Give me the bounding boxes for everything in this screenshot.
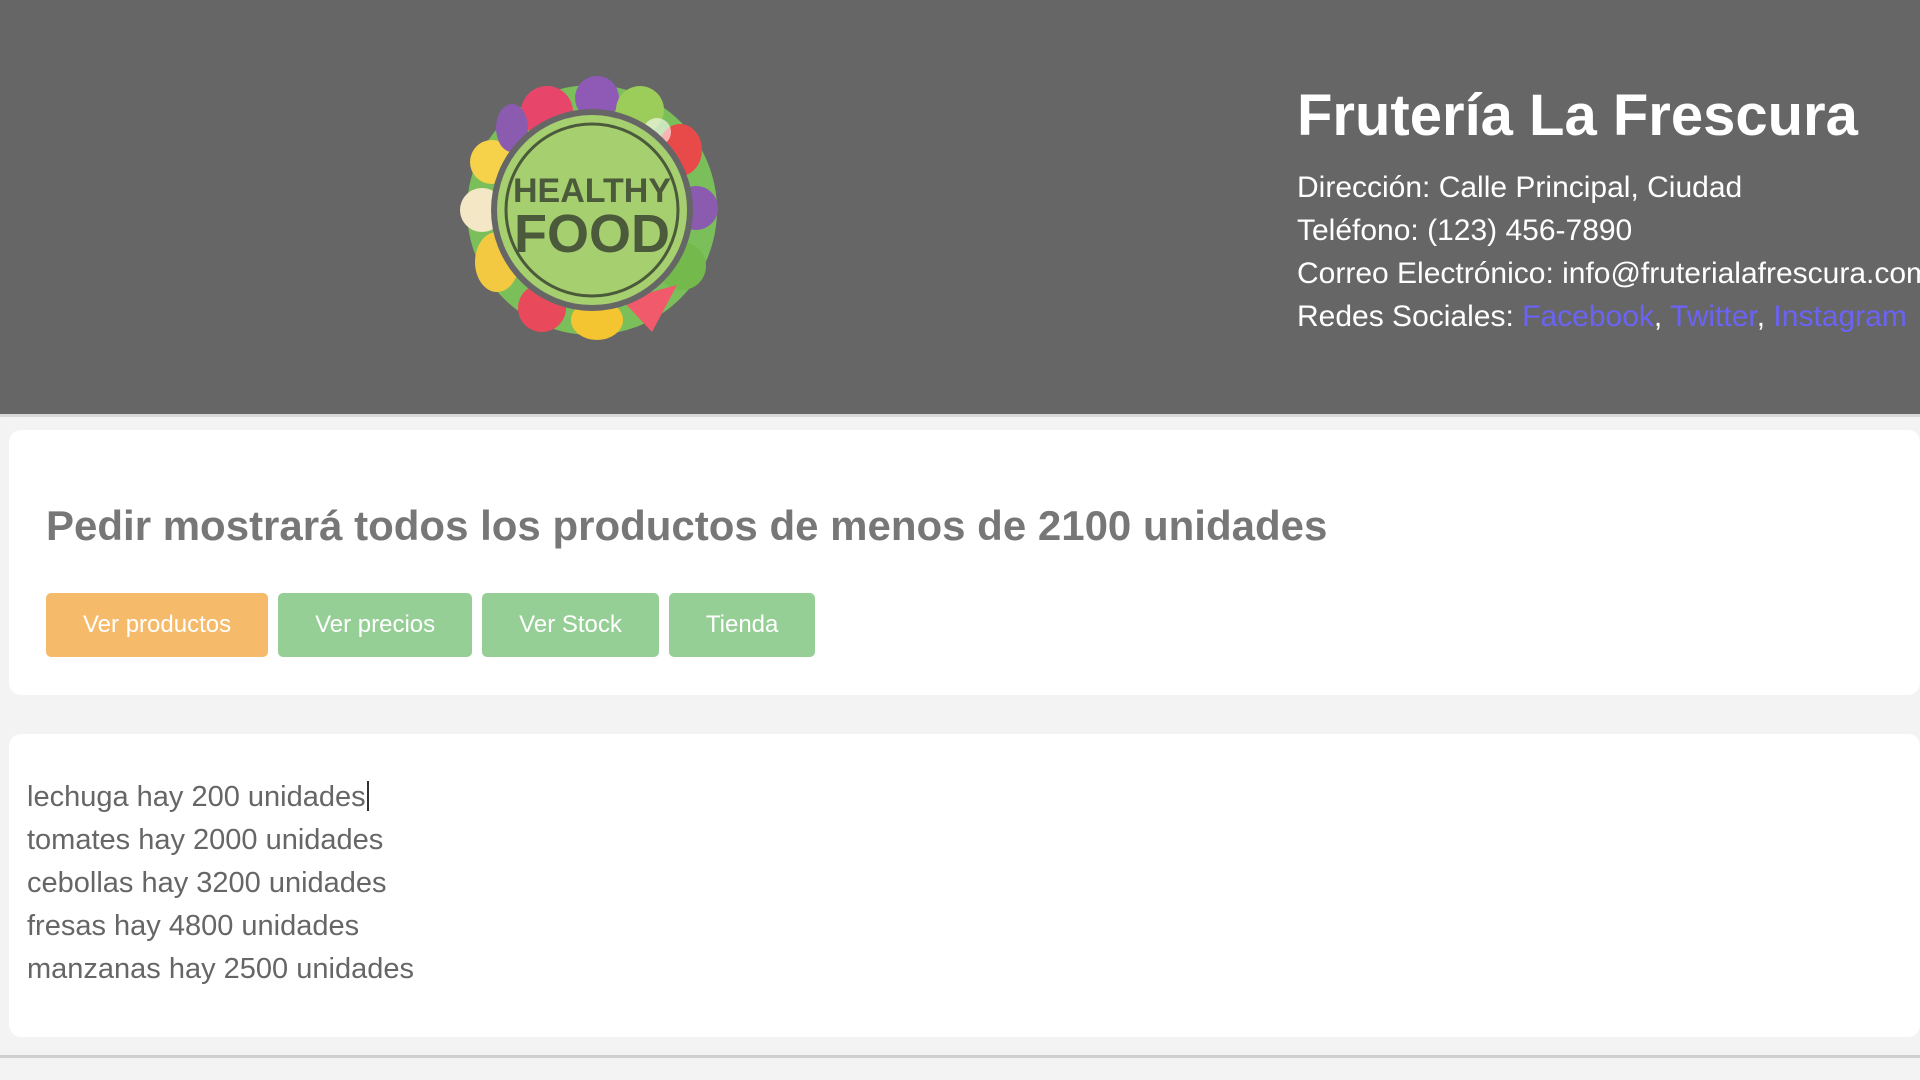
- list-item: manzanas hay 2500 unidades: [27, 953, 414, 985]
- instruction-heading: Pedir mostrará todos los productos de me…: [46, 502, 1328, 549]
- social-line: Redes Sociales: Facebook, Twitter, Insta…: [1297, 295, 1920, 338]
- shop-info: Frutería La Frescura Dirección: Calle Pr…: [1297, 78, 1920, 338]
- email-line: Correo Electrónico: info@fruterialafresc…: [1297, 257, 1920, 290]
- list-item: tomates hay 2000 unidades: [27, 824, 384, 856]
- list-item-text: lechuga hay 200 unidades: [27, 781, 366, 813]
- text-caret: [366, 781, 369, 811]
- action-buttons: Ver productos Ver precios Ver Stock Tien…: [46, 593, 816, 657]
- product-list: lechuga hay 200 unidades tomates hay 200…: [27, 776, 414, 991]
- site-header: HEALTHY FOOD Frutería La Frescura Direcc…: [0, 0, 1920, 417]
- list-item: cebollas hay 3200 unidades: [27, 867, 387, 899]
- list-item: fresas hay 4800 unidades: [27, 910, 360, 942]
- ver-stock-button[interactable]: Ver Stock: [482, 593, 659, 657]
- separator: ,: [1756, 300, 1766, 333]
- address-line: Dirección: Calle Principal, Ciudad: [1297, 171, 1743, 204]
- ver-precios-button[interactable]: Ver precios: [278, 593, 473, 657]
- separator: ,: [1653, 300, 1663, 333]
- instagram-link[interactable]: Instagram: [1773, 300, 1906, 333]
- ver-productos-button[interactable]: Ver productos: [46, 593, 269, 657]
- facebook-link[interactable]: Facebook: [1522, 300, 1654, 333]
- healthy-food-logo: HEALTHY FOOD: [460, 76, 718, 340]
- phone-line: Teléfono: (123) 456-7890: [1297, 214, 1633, 247]
- logo-text-food: FOOD: [514, 204, 670, 264]
- social-label: Redes Sociales:: [1297, 300, 1514, 333]
- list-item: lechuga hay 200 unidades: [27, 776, 414, 819]
- bottom-divider: [0, 1055, 1920, 1058]
- shop-title: Frutería La Frescura: [1297, 83, 1858, 148]
- product-list-card: lechuga hay 200 unidades tomates hay 200…: [9, 734, 1920, 1037]
- tienda-button[interactable]: Tienda: [668, 593, 816, 657]
- actions-card: Pedir mostrará todos los productos de me…: [9, 430, 1920, 695]
- twitter-link[interactable]: Twitter: [1670, 300, 1757, 333]
